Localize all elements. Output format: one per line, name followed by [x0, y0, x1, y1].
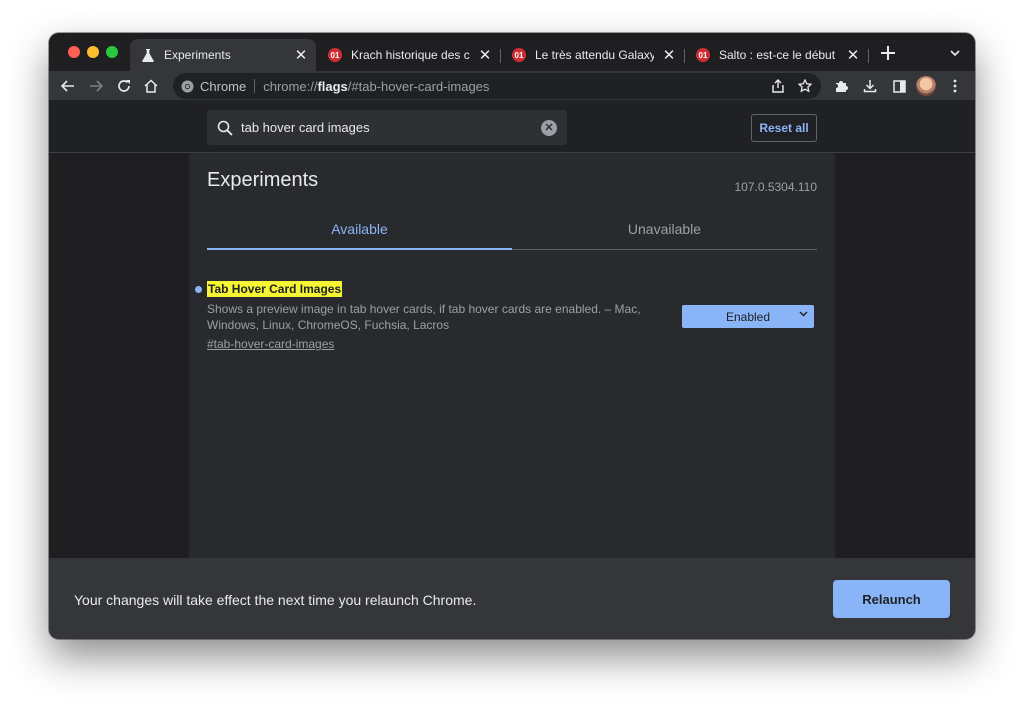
chrome-logo-icon: [181, 80, 194, 93]
more-vert-icon[interactable]: [945, 76, 965, 96]
flag-search-box[interactable]: ✕: [207, 110, 567, 145]
right-gutter: [835, 153, 975, 558]
flags-tabs: Available Unavailable: [207, 209, 817, 250]
close-icon[interactable]: ✕: [660, 46, 678, 64]
url-host: flags: [317, 78, 348, 94]
side-panel-icon[interactable]: [889, 76, 909, 96]
address-bar[interactable]: Chrome chrome://flags/#tab-hover-card-im…: [173, 73, 821, 99]
flag-state-select[interactable]: Enabled: [682, 305, 814, 328]
news-01-icon: 01: [327, 47, 343, 63]
tab-galaxy[interactable]: 01 Le très attendu Galaxy A5 ✕: [501, 39, 684, 71]
tab-title: Salto : est-ce le début de: [719, 48, 838, 62]
tab-salto[interactable]: 01 Salto : est-ce le début de ✕: [685, 39, 868, 71]
tab-title: Krach historique des crypt: [351, 48, 470, 62]
flag-description: Shows a preview image in tab hover cards…: [207, 302, 641, 332]
search-icon: [217, 120, 233, 136]
chevron-down-icon: [799, 309, 808, 320]
flag-permalink[interactable]: #tab-hover-card-images: [207, 337, 334, 351]
home-icon[interactable]: [141, 76, 161, 96]
tab-title: Experiments: [164, 48, 231, 62]
tab-strip: Experiments ✕ 01 Krach historique des cr…: [49, 33, 975, 71]
zoom-window-button[interactable]: [106, 46, 118, 58]
close-icon[interactable]: ✕: [292, 46, 310, 64]
back-arrow-icon[interactable]: [58, 76, 78, 96]
tab-title: Le très attendu Galaxy A5: [535, 48, 654, 62]
minimize-window-button[interactable]: [87, 46, 99, 58]
forward-arrow-icon[interactable]: [86, 76, 106, 96]
relaunch-button[interactable]: Relaunch: [833, 580, 950, 618]
download-icon[interactable]: [860, 76, 880, 96]
chevron-down-icon[interactable]: [947, 45, 963, 61]
flags-header: ✕ Reset all: [49, 102, 975, 153]
share-icon[interactable]: [768, 76, 788, 96]
modified-indicator: [195, 286, 202, 293]
relaunch-message: Your changes will take effect the next t…: [74, 592, 477, 608]
flags-content: Experiments 107.0.5304.110 Available Una…: [189, 153, 835, 558]
relaunch-bar: Your changes will take effect the next t…: [49, 558, 975, 639]
clear-icon[interactable]: ✕: [541, 119, 557, 136]
search-input[interactable]: [241, 120, 541, 135]
flag-selected-value: Enabled: [725, 309, 771, 324]
close-window-button[interactable]: [68, 46, 80, 58]
close-icon[interactable]: ✕: [844, 46, 862, 64]
left-gutter: [49, 153, 189, 558]
extensions-puzzle-icon[interactable]: [831, 76, 851, 96]
close-icon[interactable]: ✕: [476, 46, 494, 64]
tab-unavailable[interactable]: Unavailable: [512, 209, 817, 249]
page-title: Experiments: [207, 169, 319, 191]
avatar[interactable]: [916, 76, 936, 96]
flask-icon: [140, 47, 156, 63]
reload-icon[interactable]: [114, 76, 134, 96]
plus-icon[interactable]: [878, 43, 898, 63]
star-icon[interactable]: [795, 76, 815, 96]
omnibox-divider: [254, 79, 256, 93]
news-01-icon: 01: [511, 47, 527, 63]
tab-available[interactable]: Available: [207, 209, 512, 250]
news-01-icon: 01: [695, 47, 711, 63]
version-label: 107.0.5304.110: [734, 180, 817, 194]
url-prefix: chrome://: [263, 78, 318, 94]
flag-name: Tab Hover Card Images: [207, 281, 343, 297]
tab-experiments[interactable]: Experiments ✕: [130, 39, 316, 71]
reset-all-button[interactable]: Reset all: [751, 114, 817, 142]
site-label: Chrome: [200, 78, 247, 94]
flag-entry: Tab Hover Card Images Shows a preview im…: [195, 281, 817, 353]
tab-krach[interactable]: 01 Krach historique des crypt ✕: [317, 39, 500, 71]
browser-window: Experiments ✕ 01 Krach historique des cr…: [49, 33, 975, 639]
tab-separator: [868, 49, 869, 63]
toolbar: Chrome chrome://flags/#tab-hover-card-im…: [49, 71, 975, 101]
url-suffix: /#tab-hover-card-images: [347, 78, 490, 94]
